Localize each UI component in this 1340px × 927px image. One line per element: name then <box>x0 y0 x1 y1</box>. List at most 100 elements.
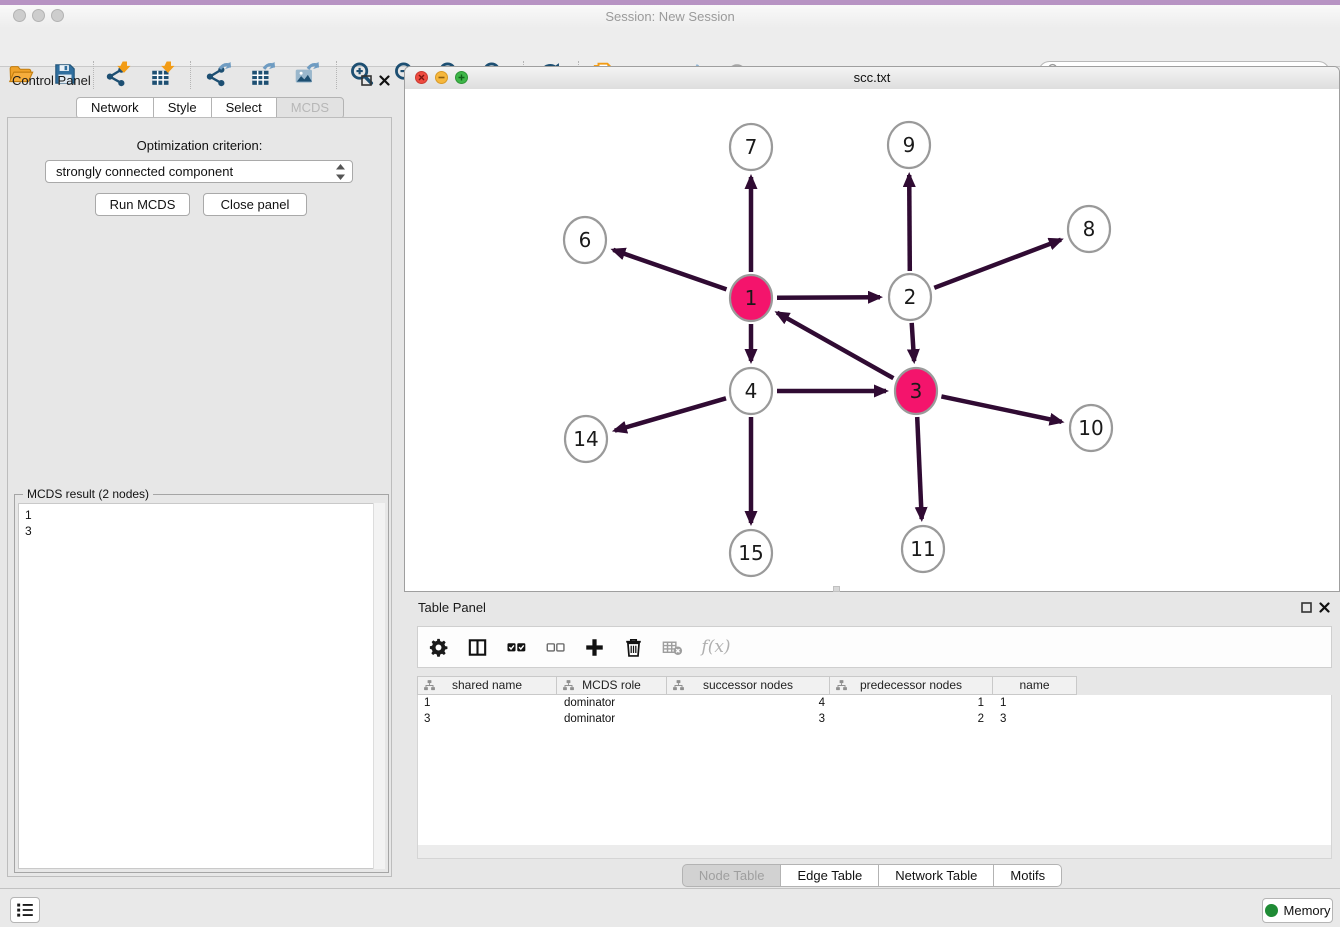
table-settings-icon[interactable] <box>426 635 450 659</box>
edge-1-2[interactable] <box>777 297 880 298</box>
tab-network[interactable]: Network <box>76 97 153 119</box>
node-label: 9 <box>903 133 916 157</box>
node-label: 6 <box>579 228 592 252</box>
table-cell[interactable]: dominator <box>558 711 668 727</box>
column-header-successor-nodes[interactable]: successor nodes <box>667 676 830 695</box>
app-title: Session: New Session <box>0 9 1340 24</box>
edge-3-1[interactable] <box>777 313 893 379</box>
tab-edge-table[interactable]: Edge Table <box>780 864 878 887</box>
table-row[interactable]: 1dominator411 <box>418 695 1331 711</box>
memory-status-icon <box>1265 904 1278 917</box>
table-panel-title: Table Panel <box>418 600 486 615</box>
table-cell[interactable]: 3 <box>668 711 831 727</box>
edge-3-10[interactable] <box>941 396 1061 421</box>
table-cell[interactable]: 3 <box>418 711 558 727</box>
close-panel-button[interactable]: Close panel <box>203 193 307 216</box>
table-scroll-area[interactable] <box>417 845 1332 859</box>
table-cell[interactable]: 1 <box>831 695 994 711</box>
network-window-titlebar[interactable]: scc.txt <box>405 67 1339 90</box>
edge-1-6[interactable] <box>613 250 726 290</box>
tab-style[interactable]: Style <box>153 97 211 119</box>
column-header-predecessor-nodes[interactable]: predecessor nodes <box>830 676 993 695</box>
node-10[interactable]: 10 <box>1070 405 1112 451</box>
app-titlebar: Session: New Session <box>0 5 1340 29</box>
node-label: 7 <box>745 135 758 159</box>
node-7[interactable]: 7 <box>730 124 772 170</box>
table-header-row: shared nameMCDS rolesuccessor nodesprede… <box>417 676 1077 695</box>
tab-select[interactable]: Select <box>211 97 276 119</box>
node-3[interactable]: 3 <box>895 368 937 414</box>
mcds-result-list[interactable]: 1 3 <box>18 503 385 869</box>
mcds-panel: Optimization criterion: strongly connect… <box>7 117 392 877</box>
table-cell[interactable]: 2 <box>831 711 994 727</box>
column-header-shared-name[interactable]: shared name <box>417 676 557 695</box>
tab-network-table[interactable]: Network Table <box>878 864 993 887</box>
list-icon <box>14 899 36 921</box>
control-panel: Control Panel NetworkStyleSelectMCDS Opt… <box>0 66 400 884</box>
optimization-criterion-label: Optimization criterion: <box>8 138 391 153</box>
edge-2-3[interactable] <box>912 323 914 361</box>
node-label: 15 <box>738 541 763 565</box>
add-icon[interactable] <box>582 635 606 659</box>
node-9[interactable]: 9 <box>888 122 930 168</box>
node-11[interactable]: 11 <box>902 526 944 572</box>
column-header-MCDS-role[interactable]: MCDS role <box>557 676 667 695</box>
application-window: Session: New Session Control Panel Netwo… <box>0 0 1340 926</box>
network-canvas[interactable]: 7 9 6 8 1 2 4 3 14 10 15 11 <box>405 89 1339 591</box>
node-label: 4 <box>745 379 758 403</box>
float-table-panel-icon[interactable] <box>1298 599 1314 615</box>
result-scrollbar[interactable] <box>373 503 385 869</box>
run-mcds-button[interactable]: Run MCDS <box>95 193 190 216</box>
node-label: 14 <box>573 427 598 451</box>
control-panel-title: Control Panel <box>12 73 91 88</box>
task-history-button[interactable] <box>10 897 40 923</box>
network-window-title: scc.txt <box>405 70 1339 85</box>
table-body: 1dominator4113dominator323 <box>417 695 1332 845</box>
node-label: 1 <box>745 286 758 310</box>
edge-2-8[interactable] <box>934 240 1061 288</box>
tab-motifs[interactable]: Motifs <box>993 864 1062 887</box>
table-cell[interactable]: 3 <box>994 711 1078 727</box>
table-cell[interactable]: 1 <box>418 695 558 711</box>
criterion-dropdown[interactable]: strongly connected component <box>45 160 353 183</box>
node-14[interactable]: 14 <box>565 416 607 462</box>
close-table-panel-icon[interactable] <box>1316 599 1332 615</box>
node-6[interactable]: 6 <box>564 217 606 263</box>
table-cell[interactable]: 4 <box>668 695 831 711</box>
close-panel-icon[interactable] <box>376 72 392 88</box>
table-toolbar: f(x) <box>417 626 1332 668</box>
tab-node-table[interactable]: Node Table <box>682 864 781 887</box>
network-view-window: scc.txt 7 9 6 8 1 2 4 3 14 10 15 11 <box>404 66 1340 592</box>
toggle-panes-icon[interactable] <box>465 635 489 659</box>
node-label: 8 <box>1083 217 1096 241</box>
node-15[interactable]: 15 <box>730 530 772 576</box>
criterion-value: strongly connected component <box>56 164 233 179</box>
node-1[interactable]: 1 <box>730 275 772 321</box>
edge-3-11[interactable] <box>917 417 922 519</box>
delete-icon[interactable] <box>621 635 645 659</box>
node-2[interactable]: 2 <box>889 274 931 320</box>
edge-4-14[interactable] <box>615 398 726 430</box>
column-header-name[interactable]: name <box>993 676 1077 695</box>
tab-mcds[interactable]: MCDS <box>276 97 344 119</box>
select-all-icon[interactable] <box>504 635 528 659</box>
memory-button[interactable]: Memory <box>1262 898 1333 923</box>
node-label: 3 <box>910 379 923 403</box>
node-4[interactable]: 4 <box>730 368 772 414</box>
node-label: 10 <box>1078 416 1103 440</box>
table-cell[interactable]: 1 <box>994 695 1078 711</box>
float-panel-icon[interactable] <box>358 72 374 88</box>
node-label: 2 <box>904 285 917 309</box>
table-tabs: Node TableEdge TableNetwork TableMotifs <box>404 864 1340 887</box>
edge-2-9[interactable] <box>909 175 910 271</box>
main-toolbar <box>0 28 1340 67</box>
node-8[interactable]: 8 <box>1068 206 1110 252</box>
deselect-all-icon[interactable] <box>543 635 567 659</box>
mcds-result-groupbox: MCDS result (2 nodes) 1 3 <box>14 494 389 873</box>
mcds-result-title: MCDS result (2 nodes) <box>23 487 153 501</box>
function-builder-icon[interactable]: f(x) <box>699 635 733 659</box>
table-row[interactable]: 3dominator323 <box>418 711 1331 727</box>
delete-table-icon[interactable] <box>660 635 684 659</box>
table-cell[interactable]: dominator <box>558 695 668 711</box>
status-bar: Memory <box>0 888 1340 927</box>
